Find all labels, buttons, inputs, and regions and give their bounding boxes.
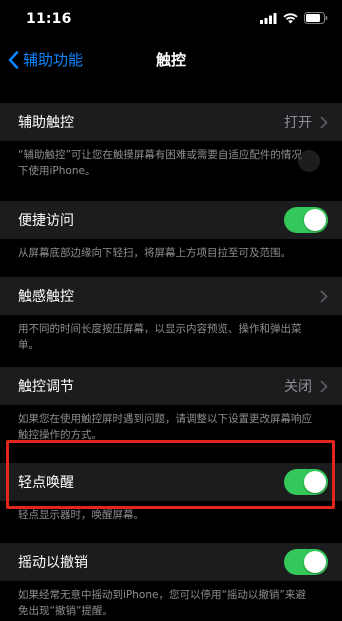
toggle-knob (304, 551, 326, 573)
chevron-right-icon (320, 380, 328, 392)
status-time: 11:16 (26, 11, 72, 27)
row-label: 触控调节 (18, 379, 74, 395)
section-footer: “辅助触控”可让您在触摸屏幕有困难或需要自适应配件的情况下使用iPhone。 (18, 149, 302, 177)
row-value: 打开 (284, 115, 312, 131)
chevron-right-icon (320, 290, 328, 302)
row-value: 关闭 (284, 379, 312, 395)
reachability-row: 便捷访问 (0, 201, 342, 239)
toggle-knob (304, 209, 326, 231)
row-accessory (320, 290, 328, 303)
row-label: 触感触控 (18, 289, 74, 305)
status-bar: 11:16 (0, 0, 342, 40)
settings-list: 辅助触控 打开 “辅助触控”可让您在触摸屏幕有困难或需要自适应配件的情况下使用i… (0, 103, 342, 621)
battery-icon (304, 12, 328, 24)
section-footer: 轻点显示器时，唤醒屏幕。 (18, 509, 144, 521)
page-title: 触控 (155, 51, 186, 69)
touch-accommodations-row[interactable]: 触控调节 关闭 (0, 367, 342, 405)
assistive-touch-button[interactable] (298, 150, 320, 172)
reachability-toggle[interactable] (284, 207, 328, 233)
shake-to-undo-toggle[interactable] (284, 549, 328, 575)
cellular-signal-icon (260, 12, 277, 24)
row-label: 轻点唤醒 (18, 475, 74, 491)
wifi-icon (283, 12, 298, 23)
tap-to-wake-row: 轻点唤醒 (0, 463, 342, 501)
row-label: 便捷访问 (18, 213, 74, 229)
row-label: 辅助触控 (18, 115, 74, 131)
section-footer: 如果经常无意中摇动到iPhone，您可以停用“摇动以撤销”来避免出现“撤销”提醒… (18, 589, 306, 617)
navigation-bar: 辅助功能 触控 (0, 40, 342, 80)
status-icons (260, 12, 328, 24)
assistive-touch-row[interactable]: 辅助触控 打开 (0, 103, 342, 141)
toggle-knob (304, 471, 326, 493)
haptic-touch-row[interactable]: 触感触控 (0, 277, 342, 315)
tap-to-wake-toggle[interactable] (284, 469, 328, 495)
section-footer: 从屏幕底部边缘向下轻扫，将屏幕上方项目拉至可及范围。 (18, 247, 291, 259)
row-label: 摇动以撤销 (18, 555, 88, 571)
shake-to-undo-row: 摇动以撤销 (0, 543, 342, 581)
row-accessory: 关闭 (284, 376, 328, 396)
section-footer: 用不同的时间长度按压屏幕，以显示内容预览、操作和弹出菜单。 (18, 323, 302, 351)
chevron-right-icon (320, 116, 328, 128)
row-accessory: 打开 (284, 112, 328, 132)
section-footer: 如果您在使用触控屏时遇到问题，请调整以下设置更改屏幕响应触控操作的方式。 (18, 413, 312, 441)
